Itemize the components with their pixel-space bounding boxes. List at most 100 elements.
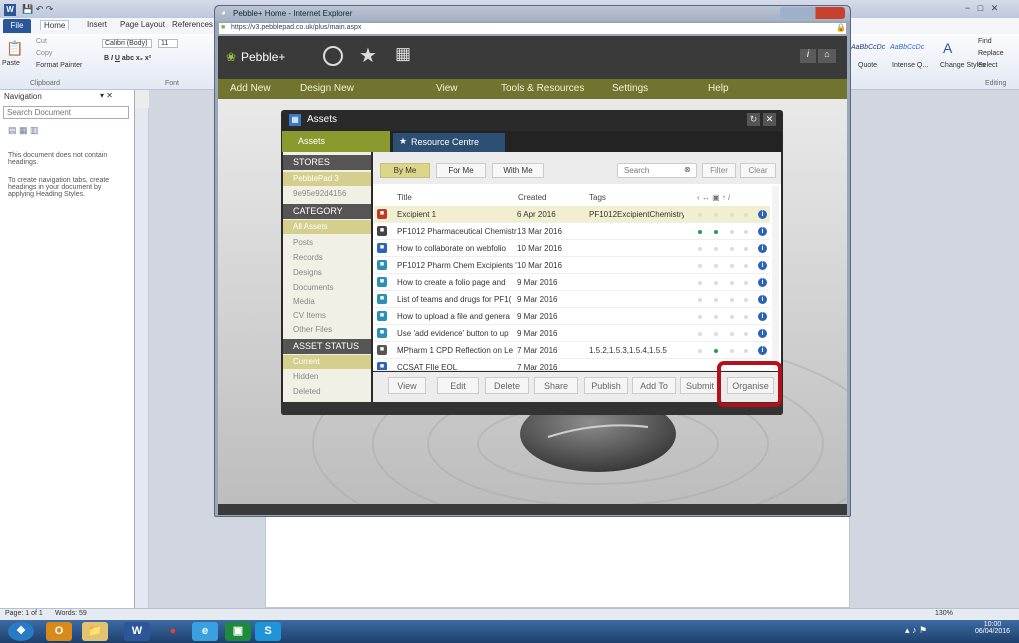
refresh-icon[interactable]: ↻ <box>747 113 760 126</box>
style-intense[interactable]: AaBbCcDc <box>890 44 924 51</box>
app-icon[interactable]: ▣ <box>225 622 251 641</box>
zoom-level[interactable]: 130% <box>935 610 953 617</box>
category-cv-items[interactable]: CV Items <box>293 311 326 320</box>
asset-info-icon[interactable]: i <box>758 244 767 253</box>
info-icon[interactable]: i <box>800 49 816 63</box>
nav-view-tabs[interactable]: ▤ ▦ ▥ <box>8 125 39 136</box>
ie-window-controls[interactable] <box>780 7 845 19</box>
star-icon[interactable]: ★ <box>359 43 377 68</box>
style-intense-quote[interactable]: Intense Q... <box>892 62 928 69</box>
category-media[interactable]: Media <box>293 297 315 306</box>
outlook-icon[interactable]: O <box>46 622 72 641</box>
asset-info-icon[interactable]: i <box>758 227 767 236</box>
format-painter-button[interactable]: Format Painter <box>36 62 82 69</box>
change-styles-icon[interactable]: A <box>943 40 952 56</box>
tab-resource-centre[interactable]: ★ Resource Centre <box>393 133 505 152</box>
table-scrollbar[interactable] <box>772 186 779 370</box>
asset-info-icon[interactable]: i <box>758 346 767 355</box>
tab-insert[interactable]: Insert <box>87 20 107 29</box>
status-current[interactable]: Current <box>293 357 320 366</box>
filter-with-me-button[interactable]: With Me <box>492 163 544 178</box>
status-deleted[interactable]: Deleted <box>293 387 321 396</box>
category-designs[interactable]: Designs <box>293 268 322 277</box>
tab-page-layout[interactable]: Page Layout <box>120 20 165 29</box>
add-to-button[interactable]: Add To <box>632 377 676 394</box>
asset-info-icon[interactable]: i <box>758 210 767 219</box>
menu-add-new[interactable]: Add New <box>230 83 271 94</box>
file-explorer-icon[interactable]: 📁 <box>82 622 108 641</box>
filter-by-me-button[interactable]: By Me <box>380 163 430 178</box>
search-document-input[interactable] <box>3 106 129 119</box>
internet-explorer-icon[interactable]: e <box>192 622 218 641</box>
find-button[interactable]: Find <box>978 38 992 45</box>
view-button[interactable]: View <box>388 377 426 394</box>
share-button[interactable]: Share <box>534 377 578 394</box>
column-title[interactable]: Title <box>397 193 412 202</box>
tab-references[interactable]: References <box>172 20 213 29</box>
menu-help[interactable]: Help <box>708 83 729 94</box>
category-records[interactable]: Records <box>293 253 323 262</box>
word-window-controls[interactable]: − □ ✕ <box>965 3 1015 17</box>
user-icon[interactable]: ⌂ <box>818 49 836 63</box>
table-row[interactable]: ■ MPharm 1 CPD Reflection on Le 7 Mar 20… <box>374 342 770 359</box>
category-posts[interactable]: Posts <box>293 238 313 247</box>
category-documents[interactable]: Documents <box>293 283 333 292</box>
category-all-assets[interactable]: All Assets <box>293 222 328 231</box>
table-row[interactable]: ■ List of teams and drugs for PF1( 9 Mar… <box>374 291 770 308</box>
tab-assets[interactable]: Assets <box>282 131 390 152</box>
table-row[interactable]: ■ How to create a folio page and 9 Mar 2… <box>374 274 770 291</box>
menu-view[interactable]: View <box>436 83 458 94</box>
navigation-close-icon[interactable]: ▾ ✕ <box>100 91 113 100</box>
asset-info-icon[interactable]: i <box>758 312 767 321</box>
style-normal[interactable]: AaBbCcDc <box>851 44 885 51</box>
font-name-select[interactable]: Calibri (Body) <box>102 39 152 48</box>
table-row[interactable]: ■ CCSAT FIle EOL 7 Mar 2016 <box>374 359 770 371</box>
table-row[interactable]: ■ PF1012 Pharm Chem Excipients ' 10 Mar … <box>374 257 770 274</box>
column-tags[interactable]: Tags <box>589 193 606 202</box>
table-row[interactable]: ■ Excipient 1 6 Apr 2016 PF1012Excipient… <box>374 206 770 223</box>
home-icon[interactable] <box>323 46 343 66</box>
close-icon[interactable]: ✕ <box>763 113 776 126</box>
filter-button[interactable]: Filter <box>702 163 736 178</box>
quick-access-icons[interactable]: 💾 ↶ ↷ <box>22 4 53 15</box>
category-other-files[interactable]: Other Files <box>293 325 332 334</box>
chrome-icon[interactable]: ● <box>160 622 186 641</box>
word-taskbar-icon[interactable]: W <box>124 622 150 641</box>
clear-button[interactable]: Clear <box>740 163 776 178</box>
paste-icon[interactable]: 📋 <box>6 40 23 57</box>
url-text[interactable]: https://v3.pebblepad.co.uk/plus/main.asp… <box>231 24 361 31</box>
delete-button[interactable]: Delete <box>485 377 529 394</box>
store-pebblepad3[interactable]: PebblePad 3 <box>293 174 339 183</box>
status-hidden[interactable]: Hidden <box>293 372 318 381</box>
pebble-logo[interactable]: Pebble+ <box>241 50 285 64</box>
replace-button[interactable]: Replace <box>978 50 1004 57</box>
skype-icon[interactable]: S <box>255 622 281 641</box>
column-created[interactable]: Created <box>518 193 546 202</box>
style-quote[interactable]: Quote <box>858 62 877 69</box>
tab-home[interactable]: Home <box>40 20 70 30</box>
paste-button[interactable]: Paste <box>2 60 20 67</box>
menu-design-new[interactable]: Design New <box>300 83 354 94</box>
asset-info-icon[interactable]: i <box>758 329 767 338</box>
copy-button[interactable]: Copy <box>36 50 52 57</box>
publish-button[interactable]: Publish <box>584 377 628 394</box>
system-clock[interactable]: 10:00 06/04/2016 <box>975 621 1010 635</box>
edit-button[interactable]: Edit <box>437 377 479 394</box>
table-row[interactable]: ■ PF1012 Pharmaceutical Chemistr 13 Mar … <box>374 223 770 240</box>
search-clear-icon[interactable]: ⊗ <box>684 165 691 174</box>
bold-icon[interactable]: B I U abc x₂ x² <box>104 55 151 62</box>
start-button[interactable]: ❖ <box>8 622 34 641</box>
font-size-select[interactable]: 11 <box>158 39 178 48</box>
select-button[interactable]: Select <box>978 62 997 69</box>
asset-info-icon[interactable]: i <box>758 261 767 270</box>
table-row[interactable]: ■ Use 'add evidence' button to up 9 Mar … <box>374 325 770 342</box>
asset-info-icon[interactable]: i <box>758 295 767 304</box>
table-row[interactable]: ■ How to collaborate on webfolio 10 Mar … <box>374 240 770 257</box>
address-bar[interactable]: ■ https://v3.pebblepad.co.uk/plus/main.a… <box>218 22 847 35</box>
tab-file[interactable]: File <box>3 19 31 33</box>
submit-button[interactable]: Submit <box>680 377 720 394</box>
cut-button[interactable]: Cut <box>36 38 47 45</box>
tray-icons[interactable]: ▴ ♪ ⚑ <box>905 625 927 636</box>
table-row[interactable]: ■ How to upload a file and genera 9 Mar … <box>374 308 770 325</box>
store-account[interactable]: 9e95e92d4156 <box>293 189 346 198</box>
